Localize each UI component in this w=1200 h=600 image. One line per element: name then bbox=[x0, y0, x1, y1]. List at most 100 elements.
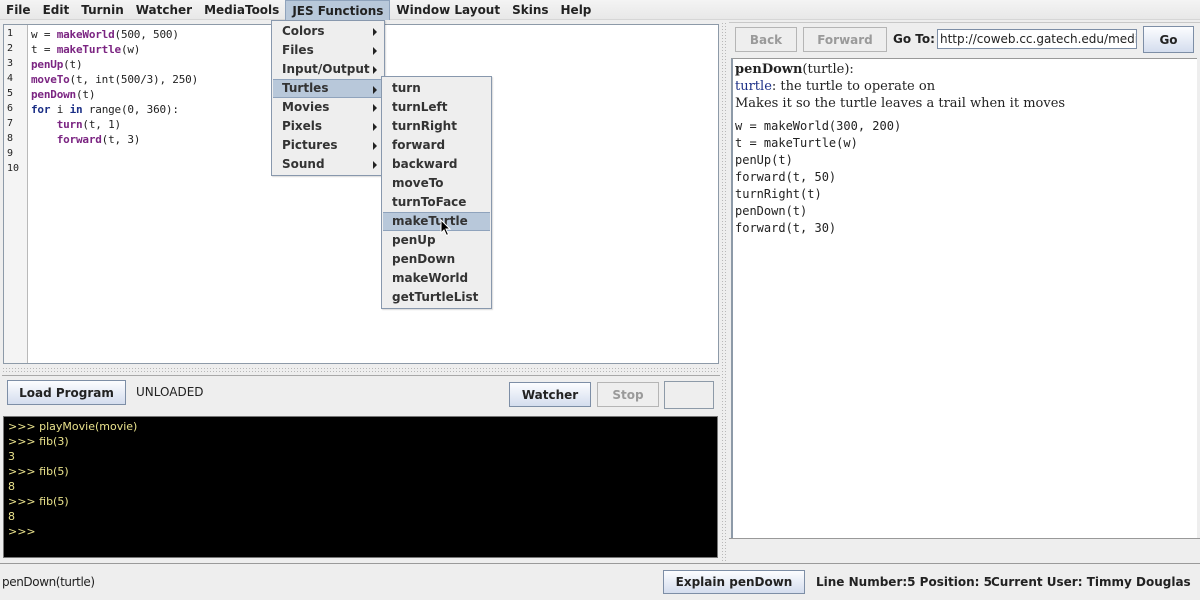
line-number: 5 bbox=[7, 88, 14, 99]
turtle-menu-item-pendown[interactable]: penDown bbox=[383, 250, 490, 269]
submenu-arrow-icon bbox=[373, 47, 377, 55]
code-line[interactable]: penDown(t) bbox=[31, 88, 95, 101]
explain-button[interactable]: Explain penDown bbox=[663, 570, 805, 594]
submenu-arrow-icon bbox=[373, 161, 377, 169]
menu-skins[interactable]: Skins bbox=[506, 0, 554, 20]
code-text: t = bbox=[31, 43, 57, 56]
menu-turnin[interactable]: Turnin bbox=[75, 0, 130, 20]
console-line: 3 bbox=[8, 450, 15, 463]
jes-menu-item-movies[interactable]: Movies bbox=[273, 98, 383, 117]
help-example-line: w = makeWorld(300, 200) bbox=[735, 119, 902, 133]
turtle-menu-item-backward[interactable]: backward bbox=[383, 155, 490, 174]
console-line: >>> fib(5) bbox=[8, 495, 69, 508]
turtle-menu-item-turntoface[interactable]: turnToFace bbox=[383, 193, 490, 212]
code-line[interactable]: t = makeTurtle(w) bbox=[31, 43, 140, 56]
menu-watcher[interactable]: Watcher bbox=[130, 0, 198, 20]
code-text: (t, 3) bbox=[101, 133, 141, 146]
jes-menu-item-colors[interactable]: Colors bbox=[273, 22, 383, 41]
turtle-menu-item-makeworld[interactable]: makeWorld bbox=[383, 269, 490, 288]
line-number: 2 bbox=[7, 43, 14, 54]
jes-menu-item-turtles[interactable]: Turtles bbox=[273, 79, 383, 98]
turtle-menu-item-forward[interactable]: forward bbox=[383, 136, 490, 155]
help-pane: penDown(turtle): turtle: the turtle to o… bbox=[731, 58, 1197, 538]
line-number: 3 bbox=[7, 58, 14, 69]
line-number: 7 bbox=[7, 118, 14, 129]
horizontal-splitter[interactable] bbox=[2, 367, 720, 374]
go-button[interactable]: Go bbox=[1143, 26, 1194, 53]
code-keyword: for bbox=[31, 103, 51, 116]
code-line[interactable]: w = makeWorld(500, 500) bbox=[31, 28, 179, 41]
menu-file[interactable]: File bbox=[0, 0, 37, 20]
vertical-splitter[interactable] bbox=[721, 22, 728, 562]
console-line: 8 bbox=[8, 510, 15, 523]
code-line[interactable]: turn(t, 1) bbox=[31, 118, 121, 131]
load-status: UNLOADED bbox=[136, 385, 204, 399]
help-signature: penDown(turtle): bbox=[735, 62, 854, 77]
code-text: (w) bbox=[120, 43, 141, 56]
help-example-line: forward(t, 30) bbox=[735, 221, 837, 235]
help-example-line: turnRight(t) bbox=[735, 187, 822, 201]
code-function: makeWorld bbox=[56, 28, 115, 41]
menu-help[interactable]: Help bbox=[555, 0, 598, 20]
code-function: makeTurtle bbox=[56, 43, 121, 56]
console-line: >>> fib(3) bbox=[8, 435, 69, 448]
turtle-menu-item-turn[interactable]: turn bbox=[383, 79, 490, 98]
line-number: 4 bbox=[7, 73, 14, 84]
submenu-arrow-icon bbox=[373, 142, 377, 150]
stop-button: Stop bbox=[597, 382, 659, 407]
help-example-line: forward(t, 50) bbox=[735, 170, 837, 184]
command-console[interactable]: >>> playMovie(movie) >>> fib(3) 3 >>> fib(5… bbox=[3, 416, 718, 558]
console-line: >>> fib(5) bbox=[8, 465, 69, 478]
line-number-gutter: 1 2 3 4 5 6 7 8 9 10 bbox=[4, 25, 28, 363]
help-function-name: penDown bbox=[735, 62, 803, 77]
code-text: i bbox=[50, 103, 70, 116]
line-number: 10 bbox=[7, 163, 20, 174]
turtle-menu-item-moveto[interactable]: moveTo bbox=[383, 174, 490, 193]
line-position: Line Number:5 Position: 5 bbox=[816, 575, 992, 589]
code-line[interactable]: for i in range(0, 360): bbox=[31, 103, 179, 116]
code-text: (t) bbox=[75, 88, 96, 101]
code-line[interactable]: penUp(t) bbox=[31, 58, 83, 71]
turtles-submenu: turn turnLeft turnRight forward backward move… bbox=[381, 76, 492, 309]
url-input[interactable] bbox=[937, 29, 1137, 49]
code-line[interactable]: forward(t, 3) bbox=[31, 133, 141, 146]
menu-edit[interactable]: Edit bbox=[37, 0, 76, 20]
turtle-menu-item-getturtlelist[interactable]: getTurtleList bbox=[383, 288, 490, 307]
code-line[interactable]: moveTo(t, int(500/3), 250) bbox=[31, 73, 198, 86]
load-program-button[interactable]: Load Program bbox=[7, 380, 126, 405]
status-bar: penDown(turtle) Explain penDown Line Num… bbox=[0, 563, 1200, 600]
code-function: moveTo bbox=[31, 73, 70, 86]
turtle-menu-item-penup[interactable]: penUp bbox=[383, 231, 490, 250]
menu-item-label: Input/Output bbox=[282, 62, 370, 76]
menu-mediatools[interactable]: MediaTools bbox=[198, 0, 285, 20]
jes-menu-item-files[interactable]: Files bbox=[273, 41, 383, 60]
code-text: range(0, 360): bbox=[82, 103, 179, 116]
code-text: (t) bbox=[63, 58, 83, 71]
menu-jes-functions[interactable]: JES Functions bbox=[285, 0, 391, 20]
help-example-line: t = makeTurtle(w) bbox=[735, 136, 858, 150]
help-description: Makes it so the turtle leaves a trail wh… bbox=[735, 96, 1066, 111]
jes-menu-item-sound[interactable]: Sound bbox=[273, 155, 383, 174]
mouse-cursor-icon bbox=[440, 219, 452, 237]
turtle-menu-item-maketurtle[interactable]: makeTurtle bbox=[383, 212, 490, 231]
turtle-menu-item-turnright[interactable]: turnRight bbox=[383, 117, 490, 136]
menu-bar: File Edit Turnin Watcher MediaTools JES … bbox=[0, 0, 1200, 20]
help-example-line: penDown(t) bbox=[735, 204, 808, 218]
turtle-menu-item-turnleft[interactable]: turnLeft bbox=[383, 98, 490, 117]
submenu-arrow-icon bbox=[373, 66, 377, 74]
menu-window-layout[interactable]: Window Layout bbox=[390, 0, 506, 20]
watcher-button[interactable]: Watcher bbox=[509, 382, 591, 407]
divider bbox=[2, 375, 720, 376]
help-function-args: (turtle): bbox=[802, 62, 854, 77]
forward-button: Forward bbox=[803, 27, 887, 52]
jes-menu-item-input-output[interactable]: Input/Output bbox=[273, 60, 383, 79]
help-param-name: turtle bbox=[735, 79, 772, 94]
jes-menu-item-pixels[interactable]: Pixels bbox=[273, 117, 383, 136]
submenu-arrow-icon bbox=[373, 123, 377, 131]
speed-box[interactable] bbox=[664, 381, 714, 409]
jes-menu-item-pictures[interactable]: Pictures bbox=[273, 136, 383, 155]
menu-item-label: Files bbox=[282, 43, 314, 57]
help-param-desc: : the turtle to operate on bbox=[771, 79, 936, 94]
